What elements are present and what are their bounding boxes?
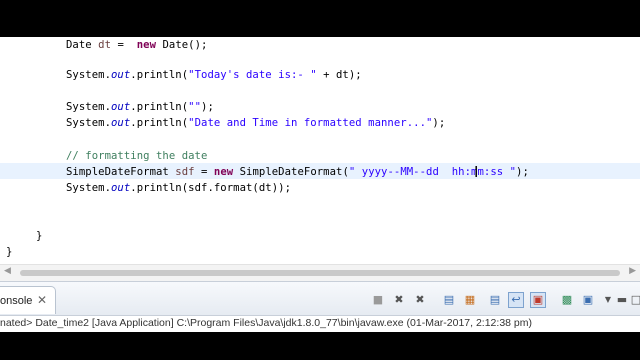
code-editor[interactable]: Date dt = new Date(); System.out.println… bbox=[0, 37, 640, 264]
code-comment[interactable]: // formatting the date bbox=[66, 148, 207, 164]
remove-all-terminated-icon[interactable]: ✖ bbox=[412, 292, 428, 308]
method-argument: sdf.format(dt)); bbox=[188, 182, 292, 194]
string-literal: "Today's date is:- " bbox=[188, 69, 317, 81]
constructor-call: Date(); bbox=[156, 39, 208, 51]
type-name: SimpleDateFormat bbox=[66, 166, 169, 178]
expression-tail: + dt); bbox=[316, 69, 362, 81]
expression-tail: ); bbox=[432, 117, 446, 129]
console-view-toolbar: onsole ✕ ■ ✖ ✖ ▤ ▦ ▤ ↩ ▣ ▩ ▣ ▼ ▬ □ bbox=[0, 281, 640, 316]
constructor-call: SimpleDateFormat( bbox=[233, 166, 349, 178]
string-literal: "Date and Time in formatted manner..." bbox=[188, 117, 433, 129]
variable-name: sdf bbox=[175, 166, 195, 178]
class-name: System. bbox=[66, 182, 111, 194]
class-name: System. bbox=[66, 69, 111, 81]
close-icon[interactable]: ✕ bbox=[37, 293, 49, 307]
code-line-simple-date-format[interactable]: SimpleDateFormat sdf = new SimpleDateFor… bbox=[66, 164, 529, 180]
method-call: .println( bbox=[130, 69, 189, 81]
field-out: out bbox=[111, 182, 131, 194]
terminate-icon[interactable]: ■ bbox=[370, 292, 386, 308]
string-literal: "" bbox=[188, 101, 202, 113]
field-out: out bbox=[111, 117, 131, 129]
method-call: .println( bbox=[130, 182, 189, 194]
method-call: .println( bbox=[130, 101, 189, 113]
open-console-icon[interactable]: ▣ bbox=[580, 292, 596, 308]
operator: = bbox=[194, 166, 214, 178]
class-name: System. bbox=[66, 101, 111, 113]
code-line-print-today[interactable]: System.out.println("Today's date is:- " … bbox=[66, 67, 362, 83]
code-line-print-empty[interactable]: System.out.println(""); bbox=[66, 99, 214, 115]
field-out: out bbox=[111, 69, 131, 81]
maximize-icon[interactable]: □ bbox=[628, 292, 640, 308]
variable-name: dt bbox=[98, 39, 112, 51]
console-tab-label: onsole bbox=[0, 295, 33, 307]
scrollbar-thumb[interactable] bbox=[20, 270, 620, 276]
scroll-right-icon[interactable]: ▶ bbox=[629, 266, 636, 276]
tab-console[interactable]: onsole ✕ bbox=[0, 286, 56, 314]
console-launch-status: nated> Date_time2 [Java Application] C:\… bbox=[0, 316, 640, 332]
type-name: Date bbox=[66, 39, 92, 51]
show-when-stdout-icon[interactable]: ▤ bbox=[487, 292, 503, 308]
horizontal-scrollbar[interactable]: ◀ ▶ bbox=[0, 264, 640, 281]
code-line-print-format-message[interactable]: System.out.println("Date and Time in for… bbox=[66, 115, 445, 131]
expression-tail: ); bbox=[201, 101, 214, 113]
bottom-black-bar bbox=[0, 332, 640, 360]
expression-tail: ); bbox=[516, 166, 529, 178]
scroll-lock-icon[interactable]: ▦ bbox=[462, 292, 478, 308]
text-cursor-icon: I bbox=[474, 163, 479, 181]
method-call: .println( bbox=[130, 117, 189, 129]
field-out: out bbox=[111, 101, 131, 113]
operator: = bbox=[111, 39, 137, 51]
clear-console-icon[interactable]: ▤ bbox=[441, 292, 457, 308]
code-line-date-declaration[interactable]: Date dt = new Date(); bbox=[66, 37, 207, 53]
class-name: System. bbox=[66, 117, 111, 129]
closing-brace-method[interactable]: } bbox=[36, 228, 42, 244]
closing-brace-class[interactable]: } bbox=[6, 244, 12, 260]
display-selected-console-icon[interactable]: ▩ bbox=[559, 292, 575, 308]
word-wrap-icon[interactable]: ↩ bbox=[508, 292, 524, 308]
code-line-print-formatted[interactable]: System.out.println(sdf.format(dt)); bbox=[66, 180, 291, 196]
pin-console-icon[interactable]: ▣ bbox=[530, 292, 546, 308]
keyword-new: new bbox=[213, 166, 234, 178]
scroll-left-icon[interactable]: ◀ bbox=[4, 266, 11, 276]
keyword-new: new bbox=[136, 39, 157, 51]
remove-launch-icon[interactable]: ✖ bbox=[391, 292, 407, 308]
string-literal-pattern: " yyyy--MM--dd hh:mm:ss " bbox=[348, 166, 517, 178]
top-black-bar bbox=[0, 0, 640, 37]
